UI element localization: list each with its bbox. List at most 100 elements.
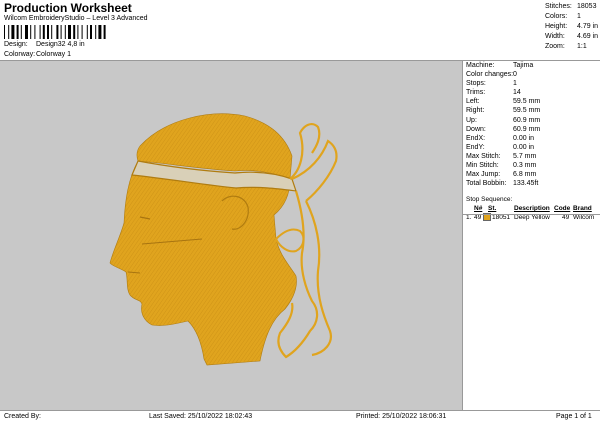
table-header: N# St. Description Code Brand — [466, 204, 600, 213]
spec-label: Max Stitch: — [466, 152, 501, 160]
spec-row: Down: 60.9 mm — [466, 125, 598, 134]
summary-label: Colors: — [545, 13, 568, 20]
barcode — [4, 25, 106, 39]
machine-specs: Machine: Tajima Color changes: 0 Stops: 1 T… — [466, 61, 598, 188]
spec-label: Machine: — [466, 62, 495, 69]
spec-label: Right: — [466, 107, 485, 115]
spec-value: 59.5 mm — [513, 107, 541, 115]
spec-row: EndY: 0.00 in — [466, 143, 598, 152]
spec-label: Max Jump: — [466, 171, 501, 179]
spec-row: Max Stitch: 5.7 mm — [466, 152, 598, 161]
column-header: Brand — [573, 205, 592, 212]
barcode-bar — [34, 25, 36, 39]
summary-value: 18053 — [577, 3, 597, 10]
barcode-bar — [20, 25, 22, 39]
spec-row: Min Stitch: 0.3 mm — [466, 161, 598, 170]
spec-row: Trims: 14 — [466, 88, 598, 97]
spec-row: Color changes: 0 — [466, 70, 598, 79]
spec-label: Up: — [466, 116, 477, 124]
barcode-bar — [73, 25, 76, 39]
spec-label: Color changes: — [466, 71, 514, 79]
spec-value: 0.00 in — [513, 134, 535, 142]
barcode-bar — [64, 25, 66, 39]
spec-row: Up: 60.9 mm — [466, 116, 598, 125]
barcode-bar — [81, 25, 83, 39]
stop-sequence-table: Stop Sequence: N# St. Description Code B… — [466, 195, 600, 222]
summary-value: 1:1 — [577, 43, 587, 50]
printed-date: Printed: 25/10/2022 18:06:31 — [356, 413, 447, 420]
spec-row: Stops: 1 — [466, 79, 598, 88]
stop-sequence-title-row: Stop Sequence: — [466, 195, 600, 204]
spec-row: Right: 59.5 mm — [466, 106, 598, 115]
barcode-bar — [98, 25, 102, 39]
spec-label: Trims: — [466, 89, 486, 97]
barcode-bar — [11, 25, 15, 39]
colorway-label: Colorway: — [4, 51, 36, 58]
barcode-bar — [77, 25, 79, 39]
spec-label: Min Stitch: — [466, 162, 499, 170]
summary-value: 4.69 in — [577, 33, 599, 40]
spec-label: Total Bobbin: — [466, 180, 507, 188]
spec-row: EndX: 0.00 in — [466, 134, 598, 143]
barcode-bar — [30, 25, 32, 39]
summary-value: 4.79 in — [577, 23, 599, 30]
barcode-bar — [42, 25, 45, 39]
barcode-bar — [16, 25, 19, 39]
barcode-bar — [51, 25, 53, 39]
footer: Created By: Last Saved: 25/10/2022 18:02… — [0, 411, 600, 424]
spec-value: 0.3 mm — [513, 162, 537, 170]
spec-row: Total Bobbin: 133.45ft — [466, 179, 598, 188]
spec-value: 14 — [513, 89, 521, 97]
summary-info: Stitches: 18053 Colors: 1 Height: 4.79 in W… — [545, 2, 599, 52]
barcode-bar — [25, 25, 28, 39]
column-header: N# — [474, 205, 483, 212]
spec-value: 1 — [513, 80, 517, 88]
summary-label: Zoom: — [545, 43, 565, 50]
barcode-bar — [95, 25, 97, 39]
stop-sequence-title: Stop Sequence: — [466, 196, 513, 203]
spec-row: Max Jump: 6.8 mm — [466, 170, 598, 179]
barcode-bar — [47, 25, 49, 39]
page-number: Page 1 of 1 — [556, 413, 592, 420]
barcode-bar — [56, 25, 59, 39]
barcode-bar — [4, 25, 5, 39]
design-label: Design: — [4, 41, 28, 48]
created-by: Created By: — [4, 413, 41, 420]
panel-divider — [462, 60, 463, 410]
spec-value: 60.9 mm — [513, 116, 541, 124]
column-header: Code — [554, 205, 571, 212]
barcode-bar — [68, 25, 71, 39]
spec-value: 5.7 mm — [513, 152, 537, 160]
spec-label: EndY: — [466, 143, 485, 151]
barcode-bar — [8, 25, 10, 39]
spec-value: Tajima — [513, 62, 534, 69]
barcode-bar — [86, 25, 88, 39]
summary-row: Colors: 1 — [545, 12, 599, 22]
summary-row: Zoom: 1:1 — [545, 42, 599, 52]
barcode-bar — [39, 25, 41, 39]
spec-label: Stops: — [466, 80, 486, 88]
software-subtitle: Wilcom EmbroideryStudio – Level 3 Advanc… — [4, 15, 148, 22]
ribbon-knot — [274, 228, 305, 253]
summary-row: Height: 4.79 in — [545, 22, 599, 32]
last-saved: Last Saved: 25/10/2022 18:02:43 — [149, 413, 253, 420]
spec-label: Left: — [466, 98, 480, 106]
face-shape — [109, 160, 297, 366]
spec-value: 60.9 mm — [513, 125, 541, 133]
spec-value: 133.45ft — [513, 180, 539, 188]
design-value: Design32 4,8 in — [36, 41, 85, 48]
barcode-bar — [103, 25, 106, 39]
spec-value: 0.00 in — [513, 143, 535, 151]
spec-value: 6.8 mm — [513, 171, 537, 179]
spec-label: Down: — [466, 125, 486, 133]
design-preview — [0, 61, 462, 410]
table-divider — [462, 214, 600, 215]
barcode-bar — [90, 25, 92, 39]
embroidery-design-moor-head — [109, 113, 338, 366]
summary-label: Stitches: — [545, 3, 572, 10]
spec-value: 59.5 mm — [513, 98, 541, 106]
page-title: Production Worksheet — [4, 1, 132, 15]
spec-label: EndX: — [466, 134, 486, 142]
barcode-bar — [60, 25, 62, 39]
column-header: Description — [514, 205, 550, 212]
